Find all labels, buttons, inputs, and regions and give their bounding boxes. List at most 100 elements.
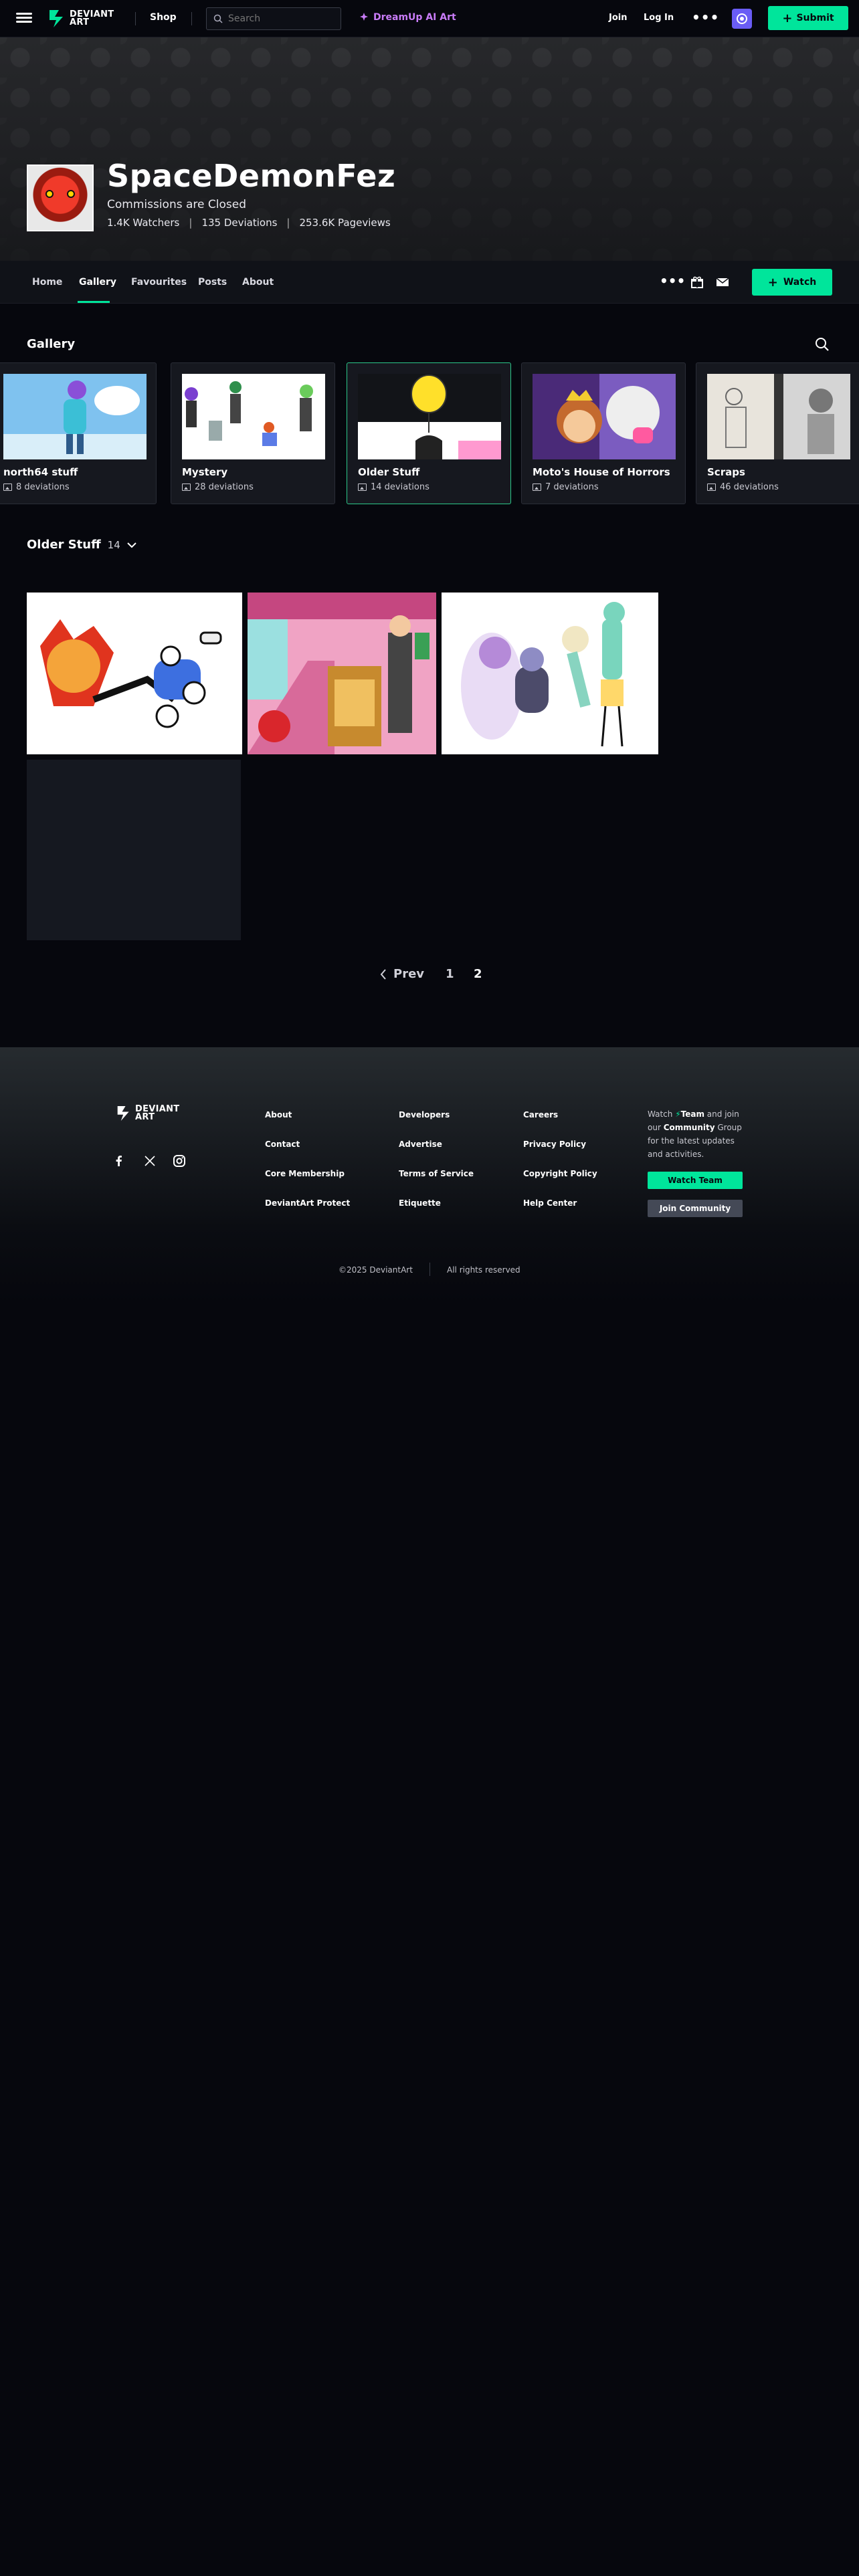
footer-link-advertise[interactable]: Advertise [399, 1140, 442, 1149]
login-link[interactable]: Log In [644, 13, 674, 23]
tab-gallery[interactable]: Gallery [79, 277, 116, 288]
folder-name: Scraps [707, 466, 745, 478]
deviantart-logo-icon [50, 10, 63, 27]
join-community-button[interactable]: Join Community [648, 1200, 743, 1217]
gallery-search-icon[interactable] [815, 337, 830, 352]
footer-link-contact[interactable]: Contact [265, 1140, 300, 1149]
instagram-icon[interactable] [173, 1154, 186, 1168]
chevron-down-icon[interactable] [127, 542, 136, 548]
deviantart-logo[interactable]: DEVIANT ART [48, 9, 114, 29]
profile-stats: 1.4K Watchers | 135 Deviations | 253.6K … [107, 217, 391, 229]
profile-tagline: Commissions are Closed [107, 198, 246, 211]
footer-logo[interactable]: DEVIANT ART [116, 1105, 179, 1122]
mail-icon[interactable] [716, 276, 729, 289]
footer-link-core-membership[interactable]: Core Membership [265, 1169, 345, 1178]
plus-icon: + [782, 11, 793, 25]
folder-name: Older Stuff [358, 466, 420, 478]
tab-favourites[interactable]: Favourites [131, 277, 187, 288]
shop-link[interactable]: Shop [150, 12, 177, 23]
dreamup-link[interactable]: DreamUp AI Art [359, 12, 456, 23]
dreamup-label: DreamUp AI Art [373, 12, 456, 23]
folder-card-selected[interactable]: Older Stuff 14 deviations [347, 362, 511, 504]
x-twitter-icon[interactable] [143, 1154, 157, 1168]
tab-home[interactable]: Home [32, 277, 62, 288]
artwork-image [27, 593, 242, 754]
image-icon [3, 484, 12, 491]
folder-card[interactable]: Moto's House of Horrors 7 deviations [521, 362, 686, 504]
folder-count: 28 deviations [182, 482, 254, 492]
menu-icon[interactable] [16, 11, 32, 27]
submit-label: Submit [796, 13, 834, 23]
folder-name: north64 stuff [3, 466, 78, 478]
folder-count: 8 deviations [3, 482, 70, 492]
avatar[interactable] [27, 165, 94, 231]
artwork-image [248, 593, 436, 754]
tab-about[interactable]: About [242, 277, 274, 288]
team-blurb: Watch ⚡Team and join our Community Group… [648, 1109, 742, 1159]
folder-count: 7 deviations [533, 482, 599, 492]
folder-thumbnail [182, 374, 325, 459]
copyright-text: ©2025 DeviantArt [339, 1265, 413, 1275]
footer-link-terms[interactable]: Terms of Service [399, 1169, 474, 1178]
gallery-folders: north64 stuff 8 deviations Mystery 28 de… [0, 362, 859, 506]
deviation-thumbnail[interactable] [248, 593, 436, 754]
current-folder-name: Older Stuff [27, 538, 101, 552]
footer-link-developers[interactable]: Developers [399, 1110, 450, 1119]
watch-button[interactable]: + Watch [752, 269, 832, 296]
footer-link-about[interactable]: About [265, 1110, 292, 1119]
pageviews-count: 253.6K Pageviews [299, 217, 391, 229]
search-box[interactable] [206, 7, 341, 30]
footer-link-privacy[interactable]: Privacy Policy [523, 1140, 586, 1149]
search-input[interactable] [228, 13, 335, 24]
more-options-icon[interactable]: ••• [660, 273, 685, 289]
core-badge-icon [737, 13, 747, 24]
profile-username[interactable]: SpaceDemonFez [107, 158, 395, 194]
profile-tabs: Home Gallery Favourites Posts About ••• … [0, 261, 859, 304]
folder-thumbnail [707, 374, 850, 459]
footer-link-etiquette[interactable]: Etiquette [399, 1198, 441, 1208]
folder-thumbnail [358, 374, 501, 459]
folder-card[interactable]: Scraps 46 deviations [696, 362, 859, 504]
watchers-count[interactable]: 1.4K Watchers [107, 217, 179, 229]
active-tab-indicator [78, 301, 110, 303]
image-icon [707, 484, 716, 491]
tab-posts[interactable]: Posts [198, 277, 227, 288]
join-link[interactable]: Join [609, 13, 627, 23]
core-badge-button[interactable] [732, 9, 752, 29]
facebook-icon[interactable] [112, 1154, 126, 1168]
divider [191, 12, 192, 25]
artwork-image [442, 593, 658, 754]
folder-card[interactable]: Mystery 28 deviations [171, 362, 335, 504]
watch-team-button[interactable]: Watch Team [648, 1172, 743, 1189]
folder-card[interactable]: north64 stuff 8 deviations [0, 362, 157, 504]
folder-thumbnail [533, 374, 676, 459]
deviations-count: 135 Deviations [201, 217, 278, 229]
footer-link-deviantart-protect[interactable]: DeviantArt Protect [265, 1198, 350, 1208]
folder-name: Moto's House of Horrors [533, 466, 670, 478]
folder-thumbnail [3, 374, 147, 459]
footer-link-careers[interactable]: Careers [523, 1110, 558, 1119]
image-icon [358, 484, 367, 491]
top-navigation-bar: DEVIANTART Shop DreamUp AI Art Join Log … [0, 0, 859, 37]
team-logo-icon: ⚡ [675, 1109, 681, 1119]
current-folder-heading[interactable]: Older Stuff 14 [27, 538, 136, 552]
page-2-button-current[interactable]: 2 [474, 967, 482, 981]
footer-link-copyright[interactable]: Copyright Policy [523, 1169, 597, 1178]
prev-page-button[interactable]: Prev [380, 967, 424, 981]
footer-link-help[interactable]: Help Center [523, 1198, 577, 1208]
plus-icon: + [767, 275, 778, 290]
watch-label: Watch [783, 277, 817, 288]
folder-count: 14 deviations [358, 482, 430, 492]
more-icon[interactable]: ••• [692, 9, 719, 25]
submit-button[interactable]: + Submit [768, 6, 848, 30]
search-icon [213, 14, 223, 23]
folder-count: 46 deviations [707, 482, 779, 492]
deviation-thumbnail[interactable] [27, 593, 242, 754]
deviation-thumbnail-loading[interactable] [27, 760, 241, 940]
deviation-thumbnail[interactable] [442, 593, 658, 754]
image-icon [182, 484, 191, 491]
sparkle-icon [360, 13, 368, 21]
chevron-left-icon [380, 968, 386, 980]
page-1-button[interactable]: 1 [446, 967, 454, 981]
gift-icon[interactable] [690, 276, 704, 289]
